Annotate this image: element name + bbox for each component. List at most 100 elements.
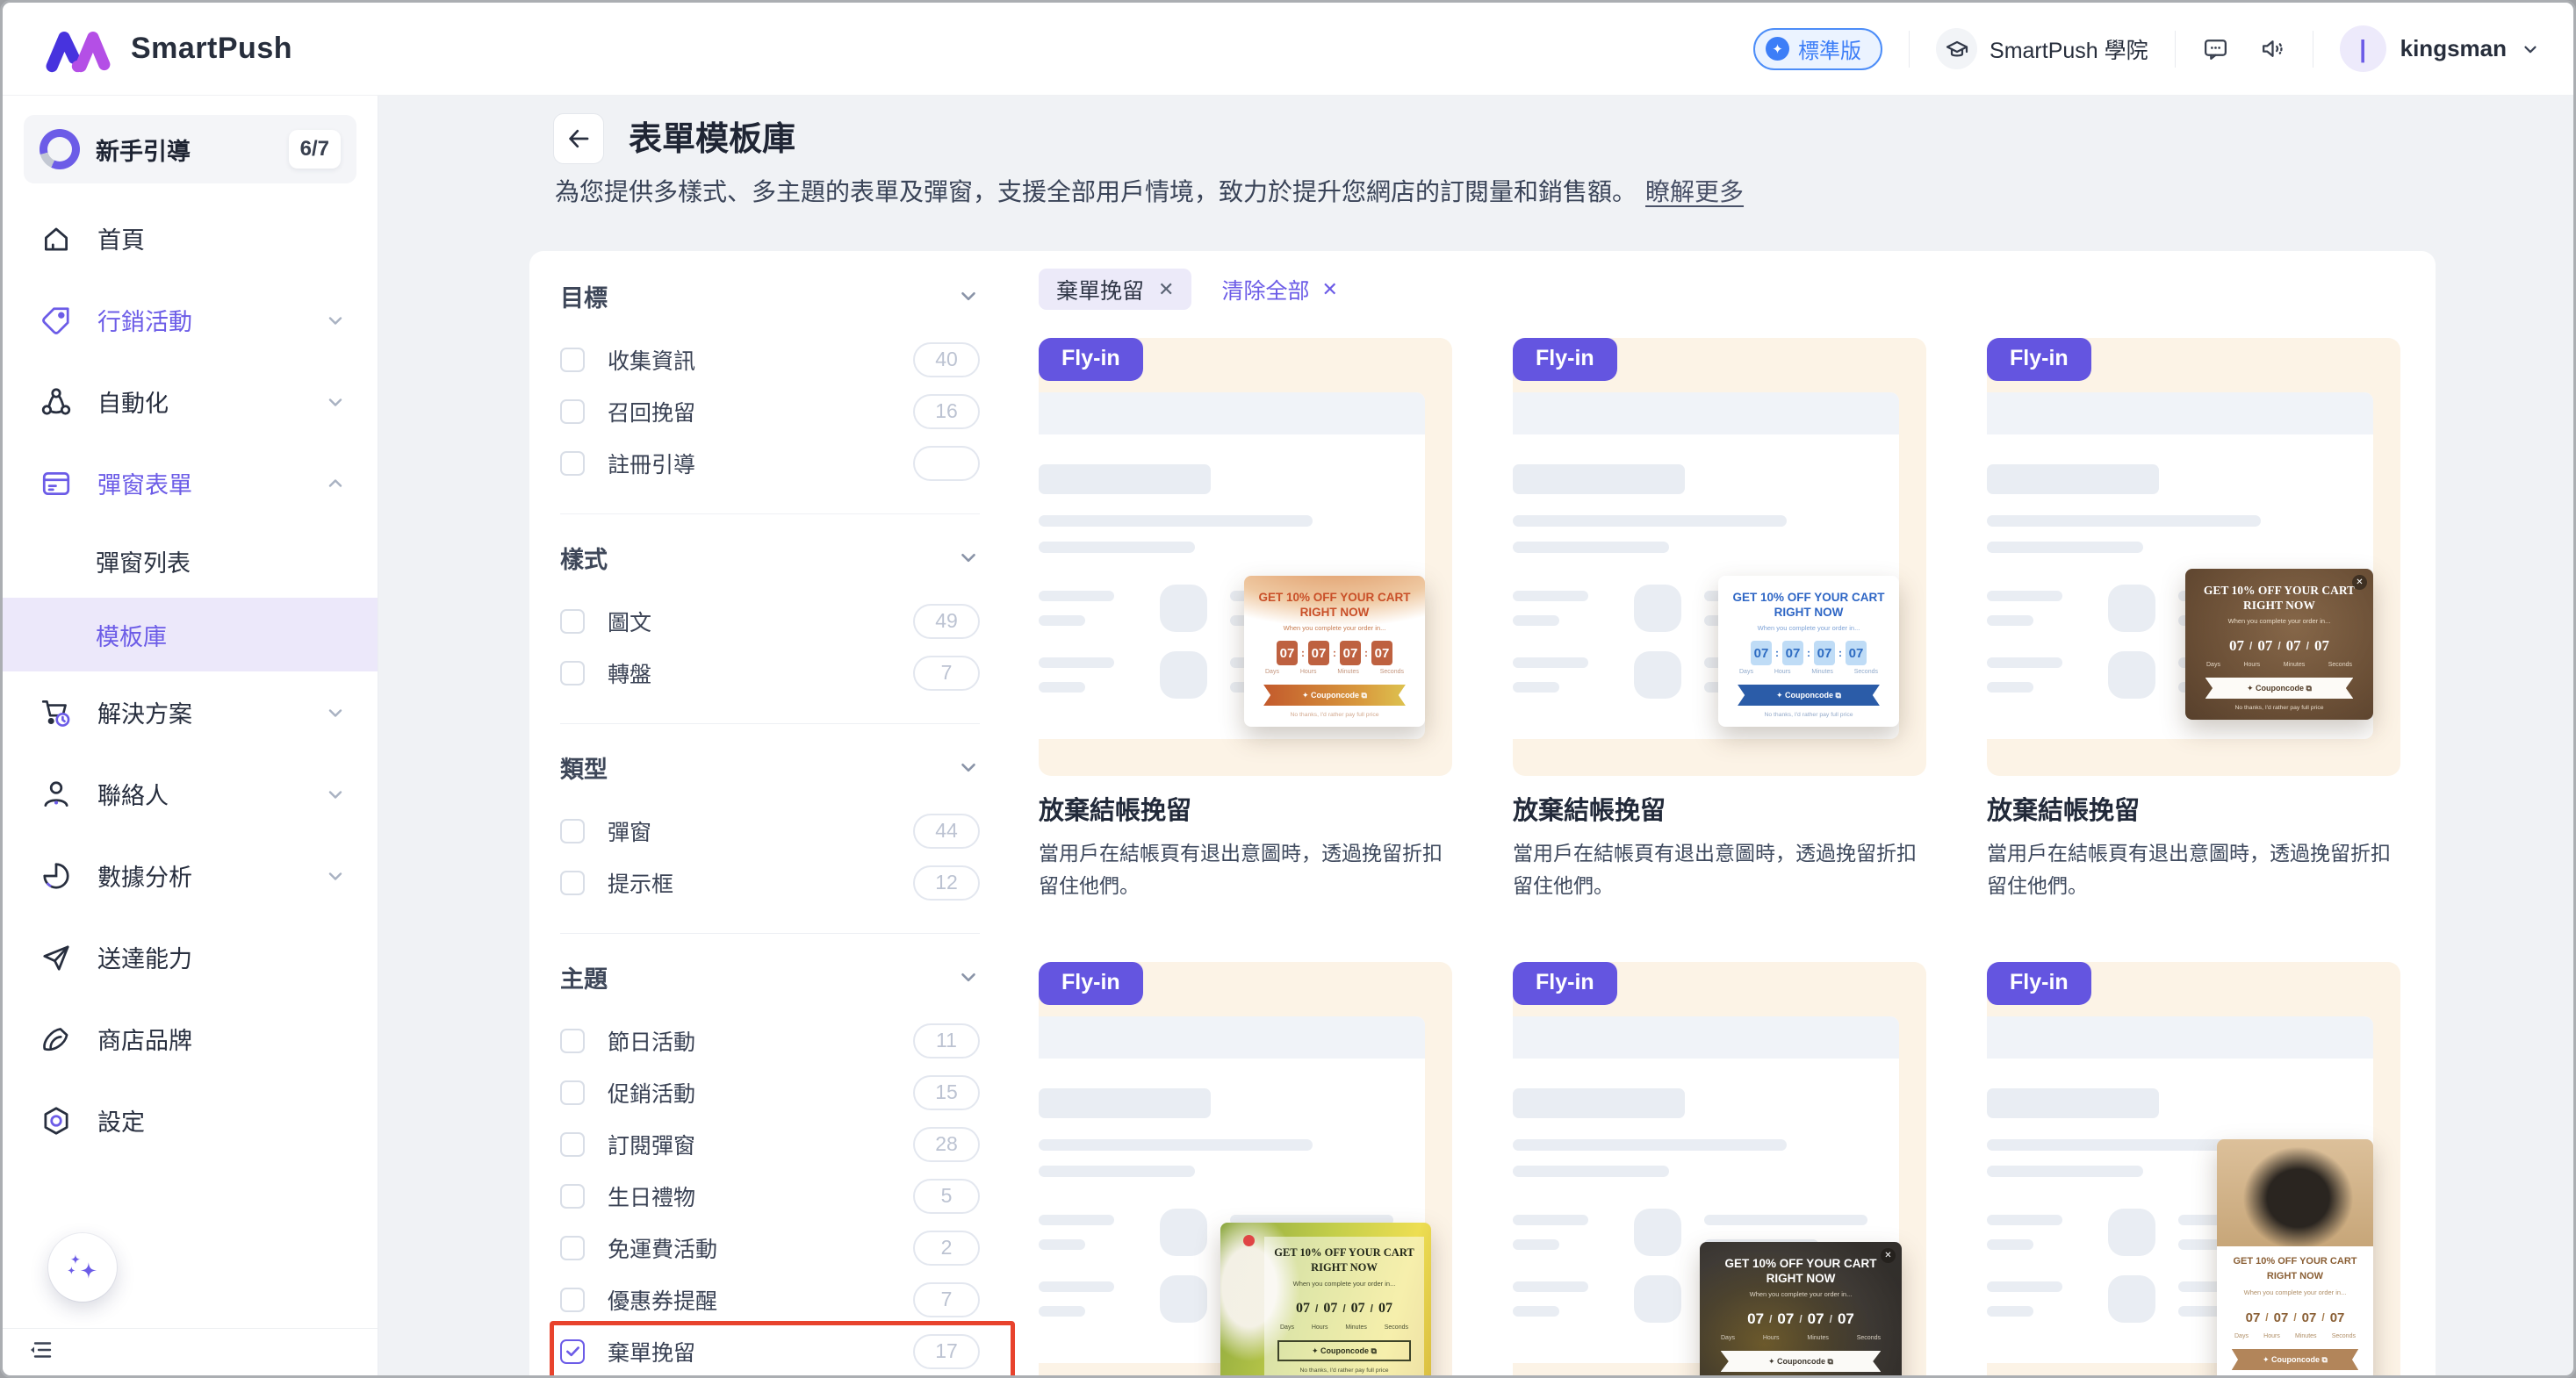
filter-option[interactable]: 節日活動 11 — [560, 1015, 980, 1066]
filter-count-badge: 12 — [913, 865, 980, 901]
filter-checkbox[interactable] — [560, 399, 585, 424]
smartpush-logo-icon — [45, 24, 113, 75]
filter-checkbox[interactable] — [560, 348, 585, 372]
back-button[interactable] — [553, 113, 604, 164]
template-card[interactable]: Fly-in GET 10% OFF YOUR CART RIGHT NOW W… — [1039, 962, 1452, 1378]
filter-option[interactable]: 圖文 49 — [560, 595, 980, 647]
filter-option[interactable]: 生日禮物 5 — [560, 1170, 980, 1222]
filter-section-title: 目標 — [560, 279, 608, 313]
filter-option[interactable]: 優惠券提醒 7 — [560, 1274, 980, 1325]
filter-checkbox[interactable] — [560, 1080, 585, 1105]
feedback-chat-icon[interactable] — [2202, 35, 2229, 62]
filter-checkbox[interactable] — [560, 1132, 585, 1157]
sidebar-subitem-popup-list[interactable]: 彈窗列表 — [3, 524, 378, 598]
filter-section-header[interactable]: 目標 — [560, 277, 980, 314]
filter-option[interactable]: 促銷活動 15 — [560, 1066, 980, 1118]
announcements-speaker-icon[interactable] — [2259, 35, 2286, 62]
popup-preview: GET 10% OFF YOUR CART RIGHT NOW When you… — [1220, 1223, 1431, 1378]
academy-link[interactable]: SmartPush 學院 — [1936, 28, 2148, 69]
onboarding-card[interactable]: 新手引導 6/7 — [24, 115, 356, 183]
chevron-down-icon — [325, 310, 346, 331]
sidebar-item-settings[interactable]: 設定 — [3, 1080, 378, 1161]
filter-option-label: 生日禮物 — [608, 1181, 695, 1212]
template-preview: Fly-in ✕ GET 10% OFF YOUR CART RIGHT NOW… — [1987, 338, 2400, 776]
popup-close-icon: ✕ — [2352, 575, 2367, 590]
template-card[interactable]: Fly-in GET 10% OFF YOUR CART RIGHT NOW W… — [1987, 962, 2400, 1378]
countdown-units: DaysHoursMinutesSeconds — [1268, 1324, 1421, 1331]
sidebar-item-store-brand[interactable]: 商店品牌 — [3, 998, 378, 1080]
countdown-units: DaysHoursMinutesSeconds — [1709, 1335, 1893, 1341]
brush-icon — [40, 1023, 73, 1056]
avatar: | — [2340, 25, 2386, 72]
sidebar-item-solutions[interactable]: 解決方案 — [3, 671, 378, 753]
decline-link: No thanks, I'd rather pay full price — [1268, 1367, 1421, 1374]
filter-checkbox[interactable] — [560, 1339, 585, 1364]
ai-assistant-button[interactable] — [48, 1233, 117, 1302]
automation-icon — [40, 385, 73, 419]
filter-checkbox[interactable] — [560, 819, 585, 843]
countdown-digit: 07 — [1806, 1307, 1826, 1331]
plan-badge[interactable]: ✦ 標準版 — [1753, 28, 1882, 70]
filter-section-header[interactable]: 類型 — [560, 749, 980, 786]
countdown-digit: 07 — [1782, 641, 1803, 665]
template-card[interactable]: Fly-in ✕ GET 10% OFF YOUR CART RIGHT NOW… — [1513, 962, 1926, 1378]
learn-more-link[interactable]: 瞭解更多 — [1645, 178, 1744, 205]
popup-preview: GET 10% OFF YOUR CART RIGHT NOW When you… — [1244, 576, 1425, 727]
template-card[interactable]: Fly-in ✕ GET 10% OFF YOUR CART RIGHT NOW… — [1987, 338, 2400, 902]
filter-section-title: 主題 — [560, 960, 608, 994]
filter-section-header[interactable]: 主題 — [560, 958, 980, 995]
filter-option[interactable]: 註冊引導 — [560, 437, 980, 489]
filter-option[interactable]: 彈窗 44 — [560, 805, 980, 857]
chevron-down-icon — [957, 965, 980, 988]
graduation-cap-icon — [1936, 28, 1977, 69]
popup-subline: When you complete your order in... — [2194, 617, 2364, 625]
countdown-timer: 07:07:07:07 — [1253, 641, 1416, 665]
collapse-sidebar-icon[interactable] — [27, 1337, 54, 1367]
template-card[interactable]: Fly-in GET 10% OFF YOUR CART RIGHT NOW W… — [1513, 338, 1926, 902]
decline-link: No thanks, I'd rather pay full price — [2194, 705, 2364, 711]
filter-option[interactable]: 召回挽留 16 — [560, 385, 980, 437]
filter-checkbox[interactable] — [560, 871, 585, 895]
brand[interactable]: SmartPush — [45, 24, 292, 75]
filter-checkbox[interactable] — [560, 609, 585, 634]
filter-checkbox[interactable] — [560, 1288, 585, 1312]
filter-option[interactable]: 棄單挽留 17 — [560, 1325, 980, 1377]
filter-section-header[interactable]: 樣式 — [560, 539, 980, 576]
clear-all-label: 清除全部 — [1221, 274, 1309, 305]
sidebar-item-campaigns[interactable]: 行銷活動 — [3, 279, 378, 361]
filter-checkbox[interactable] — [560, 1029, 585, 1053]
filter-checkbox[interactable] — [560, 1184, 585, 1209]
active-filters-bar: 棄單挽留 ✕ 清除全部 ✕ — [1039, 269, 1338, 310]
filter-option[interactable]: 訂閱彈窗 28 — [560, 1118, 980, 1170]
chip-label: 棄單挽留 — [1056, 274, 1144, 305]
filter-option[interactable]: 收集資訊 40 — [560, 334, 980, 385]
filter-option[interactable]: 轉盤 7 — [560, 647, 980, 699]
filter-option[interactable]: 免運費活動 2 — [560, 1222, 980, 1274]
sidebar-item-automation[interactable]: 自動化 — [3, 361, 378, 442]
academy-label: SmartPush 學院 — [1990, 33, 2148, 65]
filter-count-badge: 2 — [913, 1231, 980, 1266]
filter-checkbox[interactable] — [560, 451, 585, 476]
filter-option-label: 免運費活動 — [608, 1232, 717, 1264]
countdown-digit: 07 — [2328, 1305, 2347, 1330]
filter-option[interactable]: 提示框 12 — [560, 857, 980, 908]
sidebar-item-contacts[interactable]: 聯絡人 — [3, 753, 378, 835]
filter-checkbox[interactable] — [560, 1236, 585, 1260]
chip-remove-icon[interactable]: ✕ — [1158, 278, 1174, 301]
active-filter-chip[interactable]: 棄單挽留 ✕ — [1039, 269, 1191, 310]
filter-section: 主題 節日活動 11 促銷活動 15 訂閱彈窗 28 生日禮物 5 — [560, 958, 980, 1378]
sidebar-item-analytics[interactable]: 數據分析 — [3, 835, 378, 916]
popup-subline: When you complete your order in... — [1253, 624, 1416, 632]
countdown-digit: 07 — [2285, 634, 2303, 658]
countdown-digit: 07 — [1745, 1307, 1766, 1331]
sidebar-item-popup-forms[interactable]: 彈窗表單 — [3, 442, 378, 524]
sidebar-item-deliverability[interactable]: 送達能力 — [3, 916, 378, 998]
sidebar-subitem-template-library[interactable]: 模板庫 — [3, 598, 378, 671]
template-card[interactable]: Fly-in GET 10% OFF YOUR CART RIGHT NOW W… — [1039, 338, 1452, 902]
user-menu[interactable]: | kingsman — [2340, 25, 2540, 72]
filter-checkbox[interactable] — [560, 661, 585, 685]
template-title: 放棄結帳挽留 — [1513, 790, 1926, 827]
popup-preview: GET 10% OFF YOUR CART RIGHT NOW When you… — [2217, 1139, 2373, 1378]
sidebar-item-home[interactable]: 首頁 — [3, 197, 378, 279]
clear-all-filters[interactable]: 清除全部 ✕ — [1221, 274, 1337, 305]
